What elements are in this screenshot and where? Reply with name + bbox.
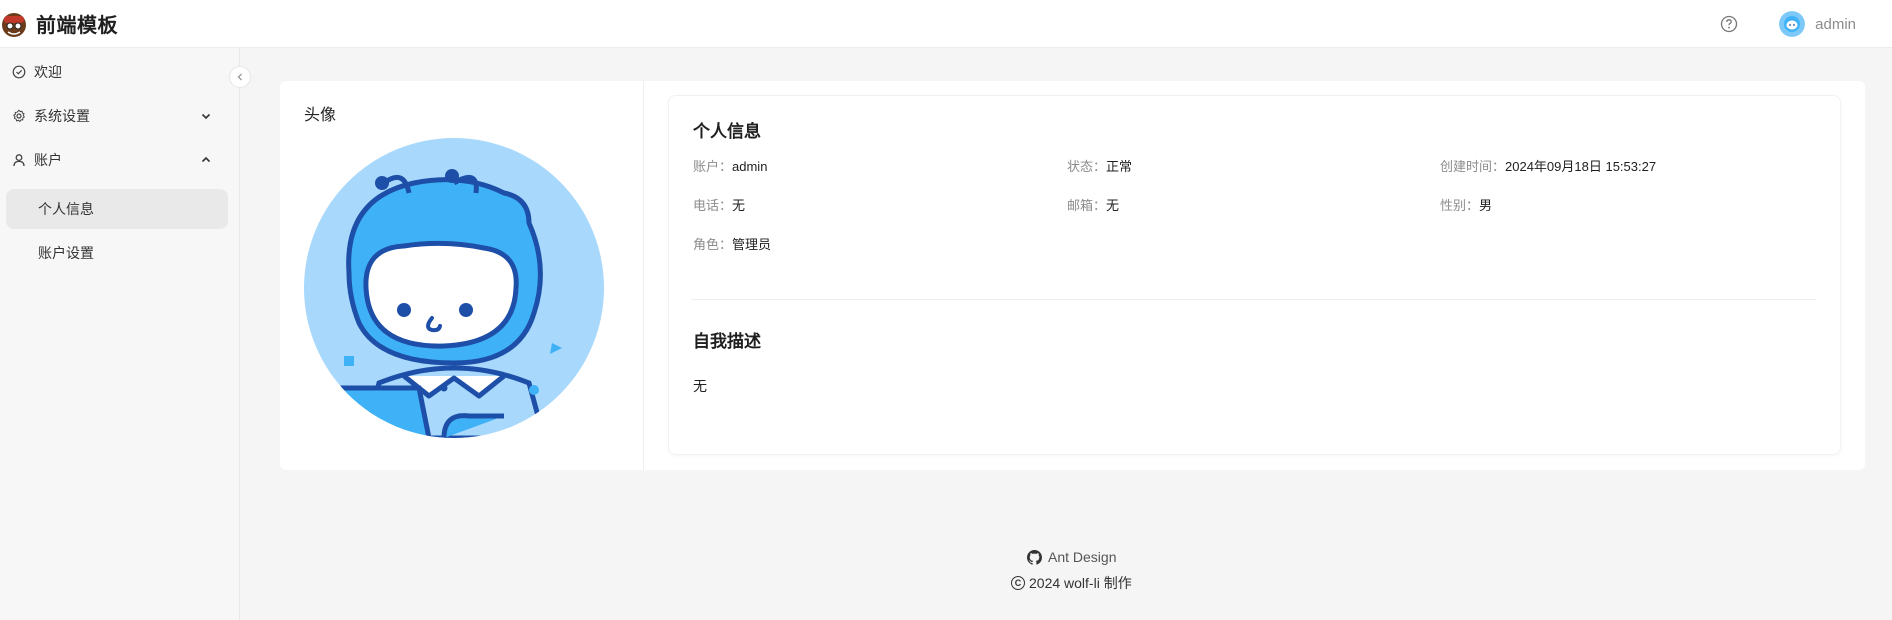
sidebar-item-label: 系统设置 — [34, 108, 90, 124]
field-label: 邮箱： — [1067, 198, 1107, 213]
field-label: 性别： — [1440, 198, 1480, 213]
sidebar-item-label: 个人信息 — [38, 201, 94, 217]
field-role: 角色：管理员 — [693, 234, 771, 253]
footer-link-label: Ant Design — [1048, 549, 1117, 565]
field-label: 电话： — [693, 198, 733, 213]
chevron-down-icon — [201, 113, 211, 120]
sidebar-item-label: 账户 — [34, 152, 62, 168]
username[interactable]: admin — [1815, 16, 1856, 33]
avatar-label: 头像 — [304, 107, 337, 124]
sidebar-item-personal-info[interactable]: 个人信息 — [6, 189, 228, 229]
sidebar-item-account-settings[interactable]: 账户设置 — [6, 233, 228, 273]
gear-icon — [13, 109, 25, 123]
logo-icon — [2, 12, 26, 37]
avatar-pane: 头像 — [280, 81, 644, 470]
field-value: 男 — [1479, 198, 1493, 213]
field-value: 无 — [732, 198, 746, 213]
field-gender: 性别：男 — [1440, 195, 1492, 214]
field-created-time: 创建时间：2024年09月18日 15:53:27 — [1440, 156, 1656, 175]
app-title: 前端模板 — [36, 15, 118, 37]
question-circle-icon[interactable] — [1719, 14, 1739, 34]
sidebar-item-account[interactable]: 账户 — [6, 140, 228, 180]
field-email: 邮箱：无 — [1067, 195, 1119, 214]
chevron-up-icon — [201, 156, 211, 163]
field-value: 正常 — [1106, 159, 1133, 174]
check-circle-icon — [12, 65, 26, 79]
profile-card: 头像 个人信息 账户：admin 状态：正常 创建时间：2024年09月18日 … — [280, 81, 1865, 470]
desc-section-title: 自我描述 — [693, 332, 761, 351]
sidebar: 欢迎 系统设置 账户 个人信息 账户设置 — [0, 48, 240, 620]
info-box: 个人信息 账户：admin 状态：正常 创建时间：2024年09月18日 15:… — [668, 95, 1841, 455]
chevron-left-icon — [237, 73, 242, 81]
field-account: 账户：admin — [693, 156, 767, 175]
copyright-text: 2024 wolf-li 制作 — [1029, 575, 1132, 591]
info-section-title: 个人信息 — [693, 122, 761, 141]
field-value: admin — [732, 159, 768, 174]
field-label: 创建时间： — [1440, 159, 1506, 174]
profile-avatar-image[interactable] — [304, 138, 604, 438]
sidebar-item-system-settings[interactable]: 系统设置 — [6, 96, 228, 136]
user-avatar[interactable] — [1779, 11, 1806, 37]
field-value: 无 — [1106, 198, 1120, 213]
field-phone: 电话：无 — [693, 195, 745, 214]
sidebar-item-welcome[interactable]: 欢迎 — [6, 52, 228, 92]
field-status: 状态：正常 — [1067, 156, 1132, 175]
github-icon — [1027, 549, 1042, 565]
footer-copyright: C 2024 wolf-li 制作 — [1011, 573, 1132, 593]
sidebar-collapse-button[interactable] — [229, 66, 251, 88]
sidebar-item-label: 账户设置 — [38, 245, 94, 261]
desc-value: 无 — [693, 378, 707, 394]
top-header: 前端模板 admin — [0, 0, 1892, 48]
field-value: 管理员 — [732, 237, 772, 252]
sidebar-item-label: 欢迎 — [34, 64, 62, 80]
field-label: 账户： — [693, 159, 733, 174]
section-divider — [691, 299, 1816, 300]
logo[interactable]: 前端模板 — [0, 9, 118, 38]
field-label: 角色： — [693, 237, 733, 252]
field-value: 2024年09月18日 15:53:27 — [1505, 159, 1657, 174]
copyright-icon: C — [1011, 576, 1025, 590]
footer-ant-design-link[interactable]: Ant Design — [1027, 549, 1116, 565]
field-label: 状态： — [1067, 159, 1107, 174]
user-icon — [13, 154, 25, 167]
